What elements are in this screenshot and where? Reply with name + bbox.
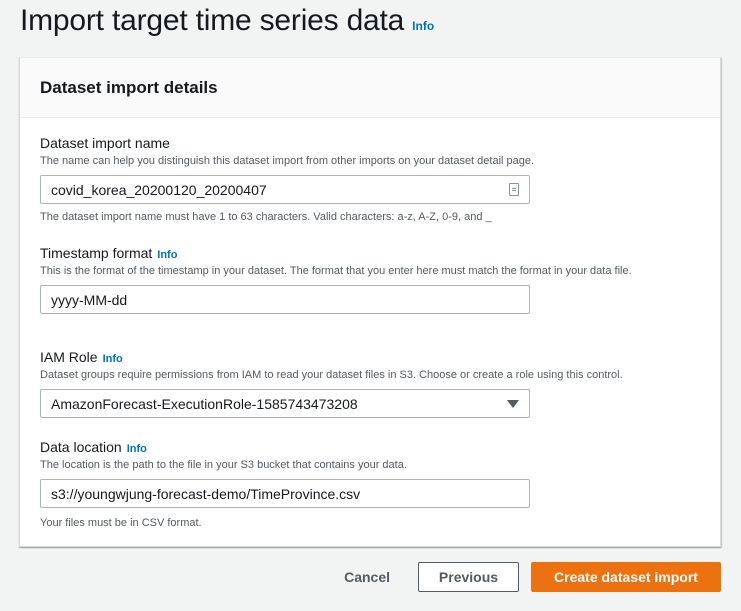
data-location-info-link[interactable]: Info (127, 443, 147, 455)
data-location-label: Data location (40, 439, 122, 455)
import-name-description: The name can help you distinguish this d… (40, 155, 535, 167)
timestamp-format-value: yyyy-MM-dd (51, 291, 128, 308)
iam-role-field: IAM Role Info Dataset groups require per… (40, 349, 710, 418)
timestamp-format-info-link[interactable]: Info (157, 249, 177, 261)
import-name-constraint: The dataset import name must have 1 to 6… (40, 211, 492, 223)
timestamp-format-description: This is the format of the timestamp in y… (40, 265, 632, 277)
form-actions: Cancel Previous Create dataset import (324, 562, 721, 592)
timestamp-format-input[interactable]: yyyy-MM-dd (40, 285, 530, 314)
import-name-label: Dataset import name (40, 135, 170, 151)
data-location-description: The location is the path to the file in … (40, 459, 407, 471)
iam-role-description: Dataset groups require permissions from … (40, 369, 623, 381)
page-header: Import target time series data Info (20, 4, 434, 38)
import-name-value: covid_korea_20200120_20200407 (51, 181, 267, 198)
page-title: Import target time series data (20, 4, 405, 37)
import-name-field: Dataset import name The name can help yo… (40, 135, 710, 223)
autofill-card-icon[interactable] (509, 183, 519, 196)
timestamp-format-field: Timestamp format Info This is the format… (40, 245, 710, 314)
data-location-input[interactable]: s3://youngwjung-forecast-demo/TimeProvin… (40, 479, 530, 508)
cancel-button[interactable]: Cancel (324, 569, 410, 585)
page-info-link[interactable]: Info (412, 19, 434, 33)
card-title: Dataset import details (40, 78, 218, 97)
timestamp-format-label-row: Timestamp format Info (40, 245, 710, 261)
data-location-label-row: Data location Info (40, 439, 710, 455)
import-name-input[interactable]: covid_korea_20200120_20200407 (40, 175, 530, 204)
data-location-constraint: Your files must be in CSV format. (40, 517, 202, 529)
dataset-import-details-card: Dataset import details Dataset import na… (19, 57, 721, 547)
timestamp-format-label: Timestamp format (40, 245, 153, 261)
data-location-value: s3://youngwjung-forecast-demo/TimeProvin… (51, 485, 361, 502)
iam-role-info-link[interactable]: Info (103, 353, 123, 365)
iam-role-label: IAM Role (40, 349, 98, 365)
previous-button[interactable]: Previous (418, 562, 519, 592)
caret-down-icon[interactable] (507, 399, 519, 408)
create-dataset-import-button[interactable]: Create dataset import (531, 562, 721, 592)
data-location-field: Data location Info The location is the p… (40, 439, 710, 529)
iam-role-selected-value: AmazonForecast-ExecutionRole-15857434732… (51, 395, 358, 412)
card-header: Dataset import details (20, 58, 720, 118)
iam-role-select[interactable]: AmazonForecast-ExecutionRole-15857434732… (40, 389, 530, 418)
iam-role-label-row: IAM Role Info (40, 349, 710, 365)
